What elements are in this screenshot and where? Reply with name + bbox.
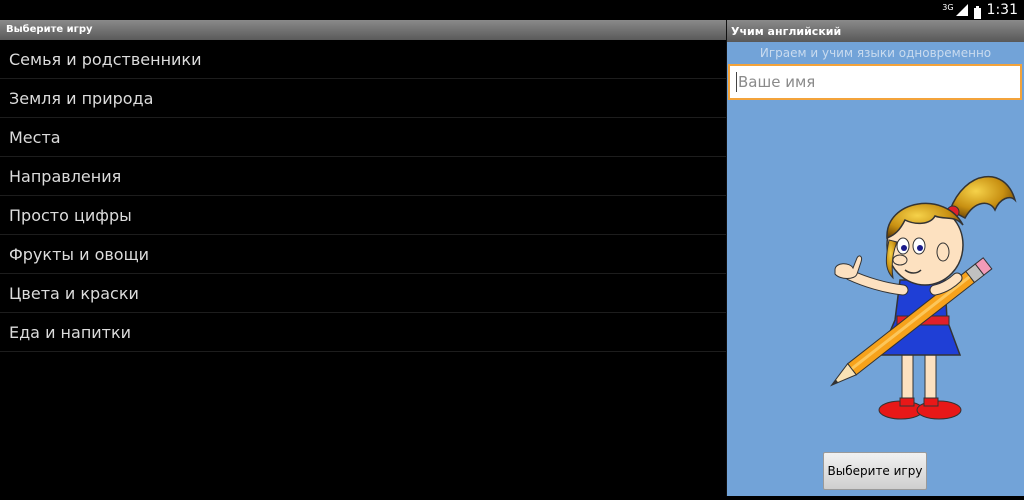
status-icons: 3G 1:31 — [942, 0, 1018, 20]
text-cursor — [736, 72, 737, 92]
status-bar: 3G 1:31 — [0, 0, 1024, 20]
main-panel: Учим английский Играем и учим языки одно… — [727, 20, 1024, 496]
clock: 1:31 — [986, 2, 1018, 18]
game-item-family[interactable]: Семья и родственники — [0, 40, 726, 79]
game-item-earth-nature[interactable]: Земля и природа — [0, 79, 726, 118]
app-subtitle: Играем и учим языки одновременно — [759, 46, 992, 60]
game-item-food-drinks[interactable]: Еда и напитки — [0, 313, 726, 352]
choose-game-button[interactable]: Выберите игру — [823, 452, 927, 490]
game-item-fruits-vegetables[interactable]: Фрукты и овощи — [0, 235, 726, 274]
girl-with-pencil-illustration — [829, 175, 1017, 420]
game-list-panel: Выберите игру Семья и родственники Земля… — [0, 20, 726, 500]
game-item-numbers[interactable]: Просто цифры — [0, 196, 726, 235]
signal-icon — [955, 4, 968, 16]
name-input[interactable] — [728, 64, 1022, 100]
network-type-label: 3G — [942, 2, 954, 12]
game-item-places[interactable]: Места — [0, 118, 726, 157]
app-title: Учим английский — [727, 20, 1024, 42]
game-list-title: Выберите игру — [0, 20, 726, 40]
battery-icon — [973, 4, 981, 19]
bottom-edge — [726, 496, 1024, 500]
game-item-directions[interactable]: Направления — [0, 157, 726, 196]
game-list: Семья и родственники Земля и природа Мес… — [0, 40, 726, 352]
game-item-colors[interactable]: Цвета и краски — [0, 274, 726, 313]
